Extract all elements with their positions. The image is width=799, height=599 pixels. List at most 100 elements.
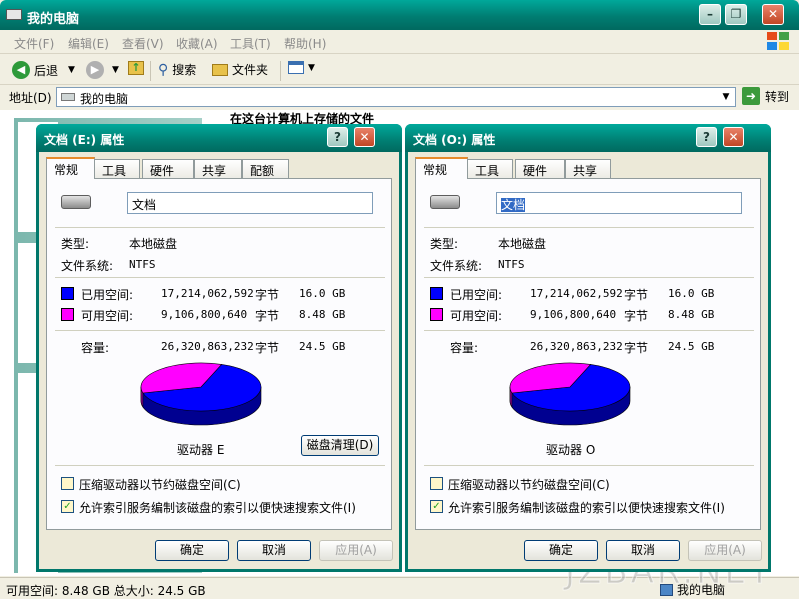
cancel-button[interactable]: 取消 [237,540,311,561]
index-label: 允许索引服务编制该磁盘的索引以便快速搜索文件(I) [448,501,725,515]
hard-drive-icon [61,195,91,209]
chevron-down-icon[interactable]: ▼ [112,65,119,75]
type-value: 本地磁盘 [129,237,178,251]
forward-button[interactable]: ▶ ▼ [86,61,119,79]
fs-value: NTFS [129,258,156,271]
used-label: 已用空间: [450,288,503,302]
dialog-title: 文档 (O:) 属性 [413,133,496,147]
close-button[interactable]: ✕ [354,127,375,147]
volume-name-value: 文档 [132,198,157,212]
computer-icon [61,93,75,101]
views-button[interactable]: ▼ [288,61,315,74]
chevron-down-icon[interactable]: ▼ [718,89,734,105]
free-label: 可用空间: [450,309,503,323]
forward-arrow-icon: ▶ [86,61,104,79]
tab-1[interactable]: 工具 [94,159,140,178]
windows-logo-icon [767,32,791,52]
disk-cleanup-button[interactable]: 磁盘清理(D) [301,435,379,456]
used-space-swatch [61,287,74,300]
capacity-human: 24.5 GB [668,340,715,353]
type-value: 本地磁盘 [498,237,547,251]
compress-label: 压缩驱动器以节约磁盘空间(C) [448,478,610,492]
free-human: 8.48 GB [668,308,715,321]
status-text: 可用空间: 8.48 GB 总大小: 24.5 GB [6,584,206,598]
address-label: 地址(D) [9,91,52,105]
up-folder-button[interactable]: ↑ [128,61,144,75]
free-bytes: 9,106,800,640 [530,308,617,321]
apply-button[interactable]: 应用(A) [688,540,762,561]
index-checkbox[interactable]: ✓ [430,500,443,513]
menu-help[interactable]: 帮助(H) [284,35,326,52]
back-button[interactable]: ◀ 后退 ▼ [12,61,75,79]
minimize-button[interactable]: – [699,4,721,25]
volume-name-input[interactable]: 文档 [496,192,742,214]
disk-usage-pie [509,362,631,426]
ok-button[interactable]: 确定 [524,540,598,561]
tab-2[interactable]: 硬件 [515,159,565,178]
free-space-swatch [430,308,443,321]
menu-tools[interactable]: 工具(T) [230,35,271,52]
capacity-human: 24.5 GB [299,340,346,353]
capacity-unit: 字节 [624,341,649,355]
tab-3[interactable]: 共享 [565,159,611,178]
menu-favorites[interactable]: 收藏(A) [176,35,218,52]
tab-3[interactable]: 共享 [194,159,242,178]
address-value: 我的电脑 [80,92,129,106]
dialog-title-bar[interactable]: 文档 (E:) 属性? ✕ [36,124,402,152]
close-button[interactable]: ✕ [723,127,744,147]
toolbar: ◀ 后退 ▼ ▶ ▼ ↑ ⚲ 搜索 文件夹 ▼ [0,55,799,85]
used-unit: 字节 [255,288,280,302]
volume-name-input[interactable]: 文档 [127,192,373,214]
go-label: 转到 [765,89,790,104]
apply-button[interactable]: 应用(A) [319,540,393,561]
dialog-body: 常规 工具 硬件 共享 配额 文档 类型: 本地磁盘 文件系统: NTFS 已用空间: 17,214,… [39,152,399,569]
restore-button[interactable]: ❐ [725,4,747,25]
general-panel: 文档 类型: 本地磁盘 文件系统: NTFS 已用空间: 17,214,062,592 字节 1… [415,178,761,530]
type-label: 类型: [430,237,459,251]
tab-2[interactable]: 硬件 [142,159,194,178]
ok-button[interactable]: 确定 [155,540,229,561]
used-human: 16.0 GB [668,287,715,300]
capacity-bytes: 26,320,863,232 [161,340,254,353]
free-space-swatch [61,308,74,321]
capacity-bytes: 26,320,863,232 [530,340,623,353]
free-human: 8.48 GB [299,308,346,321]
close-button[interactable]: ✕ [762,4,784,25]
chevron-down-icon[interactable]: ▼ [68,65,75,75]
folders-button[interactable]: 文件夹 [212,61,268,78]
address-input[interactable]: 我的电脑 ▼ [56,87,736,107]
compress-label: 压缩驱动器以节约磁盘空间(C) [79,478,241,492]
compress-checkbox[interactable] [61,477,74,490]
title-bar[interactable]: 我的电脑 – ❐ ✕ [0,0,799,30]
up-folder-icon: ↑ [128,61,144,75]
address-bar: 地址(D) 我的电脑 ▼ ➜ 转到 [0,86,799,108]
fs-value: NTFS [498,258,525,271]
search-label: 搜索 [172,63,197,77]
search-button[interactable]: ⚲ 搜索 [158,61,196,78]
back-arrow-icon: ◀ [12,61,30,79]
menu-bar: 文件(F) 编辑(E) 查看(V) 收藏(A) 工具(T) 帮助(H) [0,30,799,54]
capacity-unit: 字节 [255,341,280,355]
compress-checkbox[interactable] [430,477,443,490]
menu-file[interactable]: 文件(F) [14,35,54,52]
tab-1[interactable]: 工具 [467,159,513,178]
index-label: 允许索引服务编制该磁盘的索引以便快速搜索文件(I) [79,501,356,515]
help-button[interactable]: ? [327,127,348,147]
properties-dialog: 文档 (E:) 属性? ✕ 常规 工具 硬件 共享 配额 文档 类型: 本地磁盘 文件系统: NTFS… [36,124,402,572]
capacity-label: 容量: [450,341,479,355]
cancel-button[interactable]: 取消 [606,540,680,561]
tab-0[interactable]: 常规 [46,157,95,179]
folders-label: 文件夹 [232,63,269,77]
chevron-down-icon[interactable]: ▼ [308,63,315,73]
menu-edit[interactable]: 编辑(E) [68,35,109,52]
go-arrow-icon: ➜ [742,87,760,105]
tab-4[interactable]: 配额 [242,159,289,178]
dialog-title-bar[interactable]: 文档 (O:) 属性? ✕ [405,124,771,152]
go-button[interactable]: ➜ 转到 [742,87,789,105]
tab-0[interactable]: 常规 [415,157,468,179]
index-checkbox[interactable]: ✓ [61,500,74,513]
menu-view[interactable]: 查看(V) [122,35,164,52]
views-icon [288,61,304,74]
help-button[interactable]: ? [696,127,717,147]
folder-icon [212,63,228,76]
